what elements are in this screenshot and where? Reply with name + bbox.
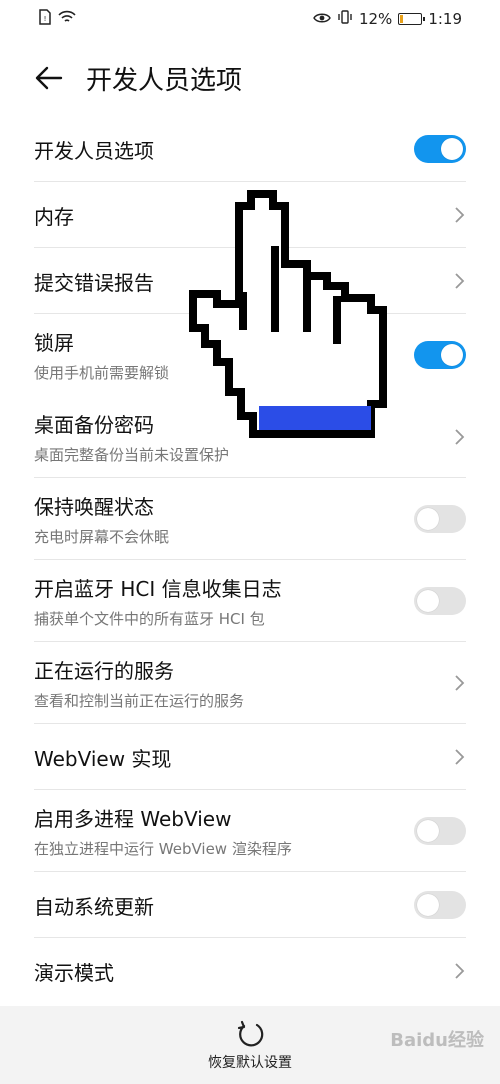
row-subtitle: 在独立进程中运行 WebView 渲染程序: [34, 840, 292, 858]
row-developer-options[interactable]: 开发人员选项: [0, 116, 500, 182]
row-webview-implementation[interactable]: WebView 实现: [0, 724, 500, 790]
row-title: 启用多进程 WebView: [34, 807, 232, 831]
page-header: 开发人员选项: [0, 48, 500, 108]
multiprocess-webview-toggle[interactable]: [414, 817, 466, 845]
watermark: Baidu经验: [390, 1030, 484, 1051]
row-title: 保持唤醒状态: [34, 495, 154, 519]
page-title: 开发人员选项: [86, 65, 243, 96]
bluetooth-hci-toggle[interactable]: [414, 587, 466, 615]
row-bluetooth-hci-log[interactable]: 开启蓝牙 HCI 信息收集日志 捕获单个文件中的所有蓝牙 HCI 包: [0, 560, 500, 642]
chevron-right-icon: [455, 675, 465, 691]
row-title: 开启蓝牙 HCI 信息收集日志: [34, 577, 282, 601]
stay-awake-toggle[interactable]: [414, 505, 466, 533]
auto-update-toggle[interactable]: [414, 891, 466, 919]
vibrate-icon: [337, 9, 353, 29]
row-title: 提交错误报告: [34, 270, 154, 295]
reset-defaults-label: 恢复默认设置: [208, 1055, 292, 1071]
status-right: 12% 1:19: [313, 9, 462, 29]
row-title: 锁屏: [34, 331, 74, 355]
clock: 1:19: [428, 10, 462, 28]
lock-screen-toggle[interactable]: [414, 341, 466, 369]
svg-text:!: !: [44, 15, 47, 23]
chevron-right-icon: [455, 273, 465, 289]
status-left: !: [38, 9, 76, 29]
status-bar: ! 12% 1:19: [0, 0, 500, 38]
wifi-icon: [58, 10, 76, 28]
row-subtitle: 查看和控制当前正在运行的服务: [34, 692, 245, 710]
row-subtitle: 使用手机前需要解锁: [34, 364, 170, 382]
developer-options-toggle[interactable]: [414, 135, 466, 163]
row-title: 自动系统更新: [34, 894, 154, 919]
battery-icon: [398, 13, 426, 25]
reset-icon: [237, 1020, 264, 1047]
row-title: 正在运行的服务: [34, 659, 174, 683]
row-multiprocess-webview[interactable]: 启用多进程 WebView 在独立进程中运行 WebView 渲染程序: [0, 790, 500, 872]
chevron-right-icon: [455, 429, 465, 445]
arrow-left-icon: [35, 66, 63, 90]
sim-icon: !: [38, 9, 52, 29]
row-subtitle: 桌面完整备份当前未设置保护: [34, 446, 230, 464]
row-running-services[interactable]: 正在运行的服务 查看和控制当前正在运行的服务: [0, 642, 500, 724]
row-demo-mode[interactable]: 演示模式: [0, 938, 500, 1004]
row-subtitle: 充电时屏幕不会休眠: [34, 528, 170, 546]
hand-cursor-icon: [189, 190, 387, 438]
row-auto-system-update[interactable]: 自动系统更新: [0, 872, 500, 938]
row-title: 内存: [34, 204, 74, 229]
chevron-right-icon: [455, 749, 465, 765]
back-button[interactable]: [34, 63, 64, 93]
chevron-right-icon: [455, 963, 465, 979]
chevron-right-icon: [455, 207, 465, 223]
row-title: WebView 实现: [34, 746, 172, 771]
row-title: 演示模式: [34, 960, 114, 985]
eye-icon: [313, 10, 331, 28]
row-title: 开发人员选项: [34, 138, 154, 163]
battery-percent: 12%: [358, 10, 393, 28]
row-stay-awake[interactable]: 保持唤醒状态 充电时屏幕不会休眠: [0, 478, 500, 560]
reset-defaults-button[interactable]: 恢复默认设置: [208, 1018, 292, 1072]
row-subtitle: 捕获单个文件中的所有蓝牙 HCI 包: [34, 610, 265, 628]
